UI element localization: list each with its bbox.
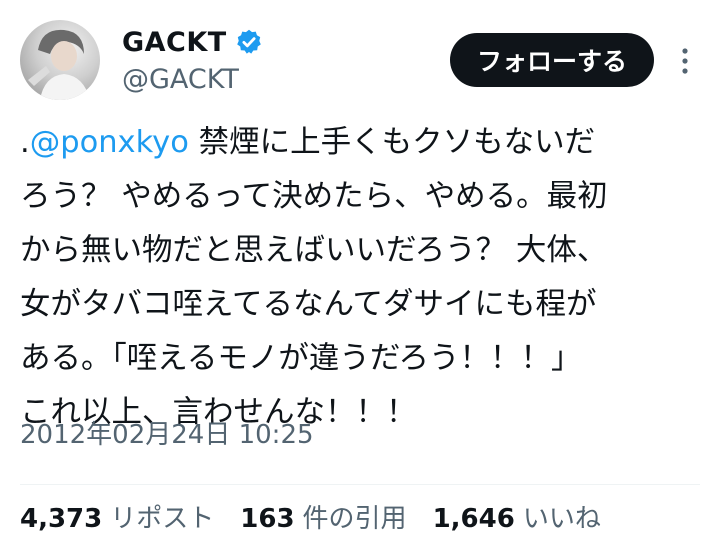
tweet-body: 禁煙に上手くもクソもないだ ろう？ やめるって決めたら、やめる。最初 から無い物… [20, 125, 608, 430]
quotes-label: 件の引用 [302, 504, 407, 534]
tweet-header: GACKT @GACKT フォローする [20, 20, 700, 100]
author-handle[interactable]: @GACKT [122, 64, 263, 95]
tweet-prefix: . [20, 125, 30, 160]
tweet-timestamp[interactable]: 2012年02月24日 10:25 [20, 414, 314, 451]
follow-button[interactable]: フォローする [450, 33, 654, 87]
avatar-image [28, 29, 90, 100]
likes-stat[interactable]: 1,646 いいね [433, 498, 601, 535]
tweet-text: .@ponxkyo 禁煙に上手くもクソもないだ ろう？ やめるって決めたら、やめ… [20, 116, 710, 440]
more-options-icon[interactable] [670, 46, 700, 76]
avatar[interactable] [20, 20, 100, 100]
engagement-stats: 4,373 リポスト 163 件の引用 1,646 いいね [20, 498, 627, 535]
verified-badge-icon[interactable] [235, 28, 263, 56]
mention-link[interactable]: @ponxkyo [30, 125, 189, 160]
reposts-stat[interactable]: 4,373 リポスト [20, 498, 214, 535]
reposts-count: 4,373 [20, 504, 103, 534]
author-display-name[interactable]: GACKT [122, 27, 227, 58]
quotes-count: 163 [240, 504, 295, 534]
likes-label: いいね [522, 504, 601, 534]
divider [20, 484, 700, 485]
likes-count: 1,646 [432, 504, 515, 534]
quotes-stat[interactable]: 163 件の引用 [240, 498, 406, 535]
author-names: GACKT @GACKT [122, 24, 263, 95]
reposts-label: リポスト [110, 504, 215, 534]
